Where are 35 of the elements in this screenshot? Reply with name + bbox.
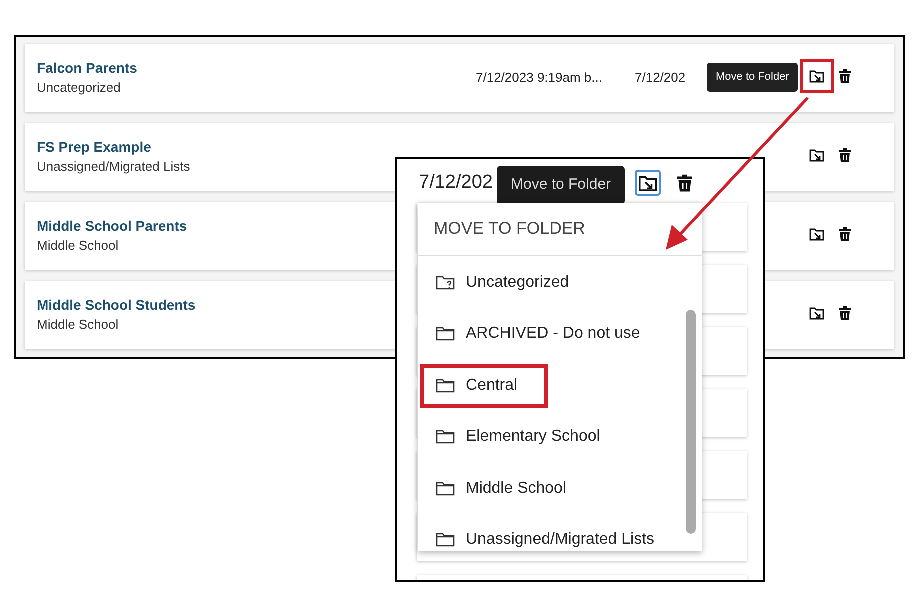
folder-question-icon — [436, 274, 456, 291]
folder-icon — [436, 480, 456, 497]
folder-icon — [436, 429, 456, 446]
move-to-folder-icon — [809, 226, 825, 242]
folder-name: Uncategorized — [37, 79, 121, 98]
move-to-folder-icon — [809, 147, 825, 163]
list-name[interactable]: Middle School Parents — [37, 216, 188, 236]
list-name[interactable]: Middle School Students — [37, 295, 196, 316]
trash-icon — [837, 147, 853, 163]
folder-name: Unassigned/Migrated Lists — [37, 158, 190, 176]
modified-date: 7/12/202 — [635, 69, 686, 88]
list-name[interactable]: FS Prep Example — [37, 137, 152, 158]
list-name[interactable]: Falcon Parents — [37, 58, 138, 78]
folder-menu-item[interactable]: Elementary School — [420, 415, 630, 460]
folder-name: Middle School — [37, 316, 119, 334]
trash-icon — [837, 68, 853, 84]
folder-menu-item[interactable]: ARCHIVED - Do not use — [420, 312, 670, 356]
trash-icon — [837, 305, 853, 321]
modified-date: 7/12/202 — [419, 170, 493, 195]
menu-title: MOVE TO FOLDER — [434, 218, 586, 240]
created-date: 7/12/2023 9:19am b... — [476, 69, 604, 88]
folder-menu-item[interactable]: Unassigned/Migrated Lists — [420, 518, 685, 562]
move-to-folder-icon — [809, 68, 825, 84]
trash-icon — [837, 226, 853, 242]
trash-icon — [675, 173, 695, 193]
folder-icon — [436, 532, 456, 548]
folder-menu-item[interactable]: Uncategorized — [420, 260, 600, 305]
tooltip: Move to Folder — [497, 166, 626, 204]
folder-menu-item[interactable]: Middle School — [420, 466, 596, 511]
folder-name: Middle School — [37, 237, 119, 256]
folder-icon — [436, 378, 456, 394]
tooltip: Move to Folder — [707, 63, 798, 92]
move-to-folder-icon — [809, 305, 825, 321]
folder-icon — [436, 326, 456, 342]
folder-menu-item[interactable]: Central — [420, 364, 548, 408]
